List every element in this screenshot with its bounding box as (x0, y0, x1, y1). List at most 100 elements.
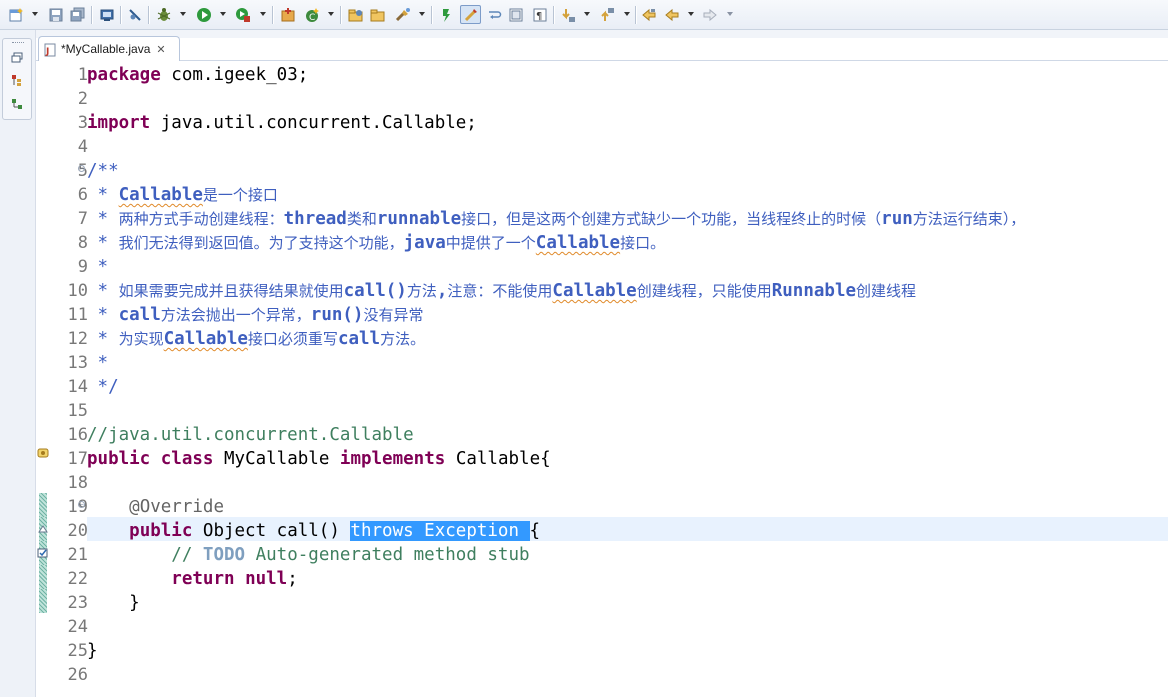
skip-breakpoints-icon[interactable] (125, 5, 145, 24)
override-triangle-icon[interactable] (37, 523, 49, 535)
javadoc-word: call() (343, 281, 407, 301)
code-line-13[interactable]: * (87, 351, 109, 375)
javadoc-chinese-text: 接口。 (620, 234, 666, 252)
javadoc-chinese-text: 接口必须重写 (247, 330, 338, 348)
back-icon[interactable] (662, 5, 682, 24)
code-line-17[interactable]: public class MyCallable implements Calla… (87, 447, 551, 471)
forward-icon[interactable] (700, 5, 720, 24)
save-icon[interactable] (46, 5, 66, 24)
chevron-down-icon[interactable] (220, 12, 226, 16)
code-text: com.igeek_03; (160, 65, 309, 85)
code-line-10[interactable]: * 如果需要完成并且获得结果就使用call()方法,注意：不能使用Callabl… (87, 279, 917, 303)
selected-text[interactable]: throws Exception (350, 521, 530, 541)
chevron-down-icon[interactable] (32, 12, 38, 16)
new-wizard-icon[interactable] (6, 5, 26, 24)
package-explorer-icon[interactable] (11, 95, 23, 109)
code-line-20[interactable]: public Object call() throws Exception { (87, 519, 540, 543)
previous-annotation-icon[interactable] (597, 5, 617, 24)
chevron-down-icon[interactable] (624, 12, 630, 16)
close-icon[interactable]: ✕ (156, 43, 165, 56)
grip-handle[interactable] (12, 42, 24, 45)
keyword: import (87, 113, 151, 133)
chevron-down-icon[interactable] (328, 12, 334, 16)
chevron-down-icon[interactable] (688, 12, 694, 16)
javadoc-chinese-text: 是一个接口 (202, 186, 278, 204)
toolbar-separator (272, 6, 274, 24)
code-text: Callable{ (455, 449, 551, 469)
vertical-ruler[interactable] (36, 61, 51, 697)
code-line-16[interactable]: //java.util.concurrent.Callable (87, 423, 414, 447)
search-icon[interactable] (393, 5, 413, 24)
javadoc-chinese-text: 我们无法得到返回值。为了支持这个功能， (118, 234, 404, 252)
line-number: 2 (77, 89, 88, 109)
code-line-7[interactable]: * 两种方式手动创建线程：thread类和runnable接口，但是这两个创建方… (87, 207, 1026, 231)
code-line-22[interactable]: return null; (87, 567, 297, 591)
restore-icon[interactable] (11, 49, 23, 63)
line-number: 10 (67, 281, 88, 301)
code-line-25[interactable]: } (87, 639, 98, 663)
javadoc-chinese-text: 类和 (346, 210, 377, 228)
print-icon[interactable] (97, 5, 117, 24)
javadoc-chinese-text: 方法。 (380, 330, 426, 348)
code-line-19[interactable]: @Override (87, 495, 224, 519)
chevron-down-icon[interactable] (727, 12, 733, 16)
open-type-icon[interactable] (346, 5, 366, 24)
javadoc-word: call (118, 305, 161, 325)
javadoc-star: * (87, 281, 119, 301)
new-java-class-icon[interactable]: C (302, 5, 322, 24)
line-number: 1 (77, 65, 88, 85)
debug-icon[interactable] (154, 5, 174, 24)
javadoc-word: Runnable (771, 281, 857, 301)
code-line-3[interactable]: import java.util.concurrent.Callable; (87, 111, 477, 135)
code-line-23[interactable]: } (87, 591, 140, 615)
next-annotation-icon[interactable] (558, 5, 578, 24)
code-line-1[interactable]: package com.igeek_03; (87, 63, 308, 87)
chevron-down-icon[interactable] (419, 12, 425, 16)
fold-collapse-icon[interactable]: − (78, 165, 85, 172)
open-task-icon[interactable] (368, 5, 388, 24)
toolbar-separator (553, 6, 555, 24)
save-all-icon[interactable] (68, 5, 88, 24)
line-comment: // (171, 545, 203, 565)
javadoc-chinese-text: 没有异常 (363, 306, 424, 324)
javadoc-chinese-text: 两种方式手动创建线程： (118, 210, 284, 228)
code-line-8[interactable]: * 我们无法得到返回值。为了支持这个功能，java中提供了一个Callable接… (87, 231, 666, 255)
code-text: Object call() (192, 521, 351, 541)
show-whitespace-icon[interactable] (506, 5, 526, 24)
run-icon[interactable] (194, 5, 214, 24)
javadoc-word: java (403, 233, 446, 253)
javadoc-star: * (87, 185, 119, 205)
code-line-11[interactable]: * call方法会抛出一个异常，run()没有异常 (87, 303, 424, 327)
chevron-down-icon[interactable] (584, 12, 590, 16)
javadoc-chinese-text: 创建线程 (856, 282, 917, 300)
code-line-21[interactable]: // TODO Auto-generated method stub (87, 543, 529, 567)
chevron-down-icon[interactable] (180, 12, 186, 16)
code-line-9[interactable]: * (87, 255, 109, 279)
code-line-14[interactable]: */ (87, 375, 119, 399)
chevron-down-icon[interactable] (260, 12, 266, 16)
javadoc-chinese-text: 如果需要完成并且获得结果就使用 (118, 282, 344, 300)
external-tools-icon[interactable] (233, 5, 253, 24)
toggle-block-selection-icon[interactable] (460, 5, 481, 24)
word-wrap-icon[interactable] (484, 5, 504, 24)
code-line-6[interactable]: * Callable是一个接口 (87, 183, 278, 207)
override-marker-icon[interactable] (37, 447, 49, 459)
last-edit-location-icon[interactable] (639, 5, 659, 24)
keyword: public (87, 449, 151, 469)
main-toolbar: C ¶ (0, 0, 1168, 30)
new-java-project-icon[interactable] (278, 5, 298, 24)
javadoc-word: Callable (535, 233, 621, 253)
tab-mycallable-java[interactable]: J *MyCallable.java ✕ (38, 36, 180, 61)
hierarchy-icon[interactable] (11, 71, 23, 86)
javadoc-star: * (87, 305, 119, 325)
line-comment: //java.util.concurrent.Callable (87, 425, 414, 445)
left-trim-stack (0, 30, 36, 697)
paragraph-icon[interactable]: ¶ (530, 5, 550, 24)
code-line-12[interactable]: * 为实现Callable接口必须重写call方法。 (87, 327, 426, 351)
code-line-5[interactable]: /** (87, 159, 119, 183)
code-text: java.util.concurrent.Callable; (150, 113, 477, 133)
toggle-mark-occurrences-icon[interactable] (437, 5, 457, 24)
java-editor[interactable]: 1 2 3 4 5 6 7 8 9 10 11 12 13 14 15 16 17 18 19 20 21 22 23 24 2… (36, 61, 1168, 697)
fold-collapse-icon[interactable]: − (78, 501, 85, 508)
task-marker-icon[interactable] (37, 547, 49, 559)
